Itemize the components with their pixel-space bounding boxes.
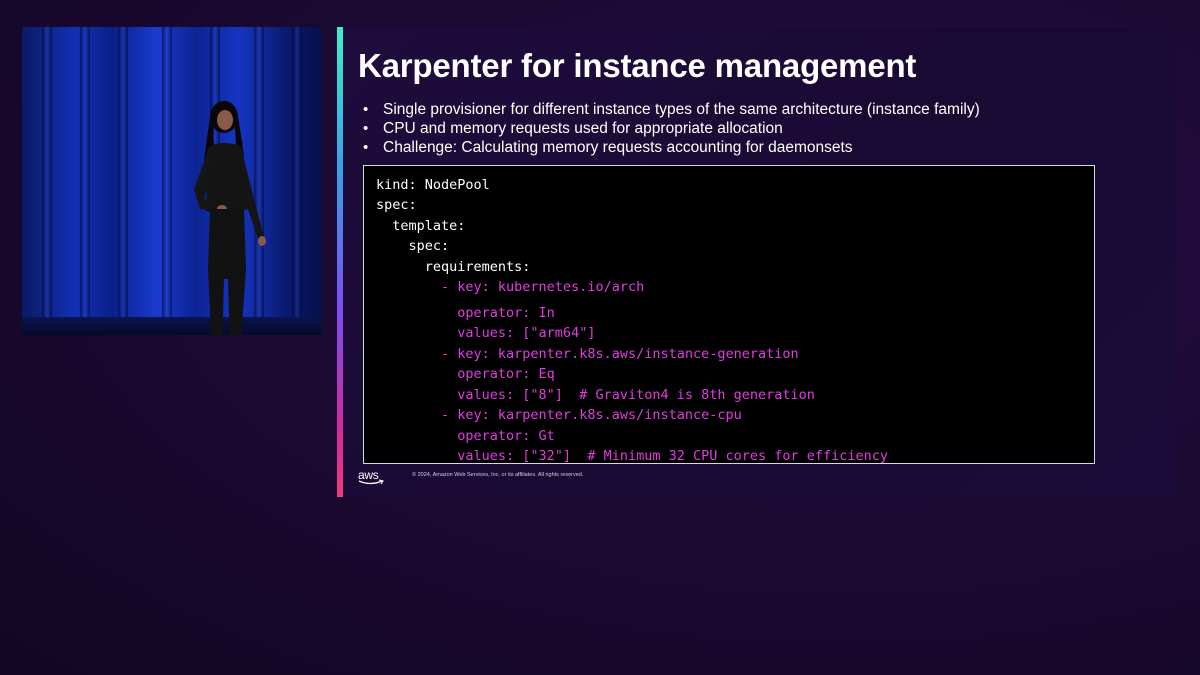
code-block: kind: NodePool spec: template: spec: req… [363,165,1095,464]
presentation-slide: Karpenter for instance management • Sing… [337,27,1175,497]
bullet-glyph: • [363,120,369,137]
bullet-item: • CPU and memory requests used for appro… [363,119,980,138]
code-line: kind: NodePool [376,177,490,193]
bullet-text: Challenge: Calculating memory requests a… [383,139,853,156]
aws-logo-icon: aws [358,468,386,487]
slide-accent-bar [337,27,343,497]
code-line: operator: In [376,305,555,321]
slide-title: Karpenter for instance management [358,47,917,84]
code-line: spec: [376,197,417,213]
code-line: spec: [376,238,450,254]
bullet-text: CPU and memory requests used for appropr… [383,120,783,137]
presenter-figure [194,101,266,335]
code-line: operator: Eq [376,366,555,382]
code-line: - key: karpenter.k8s.aws/instance-genera… [376,346,799,362]
bullet-item: • Challenge: Calculating memory requests… [363,138,980,157]
code-line: - key: karpenter.k8s.aws/instance-cpu [376,407,742,423]
code-line: requirements: [376,259,531,275]
code-line: values: ["32"] # Minimum 32 CPU cores fo… [376,448,889,464]
code-line: template: [376,218,466,234]
code-line: values: ["8"] # Graviton4 is 8th generat… [376,387,815,403]
bullet-list: • Single provisioner for different insta… [363,100,980,157]
bullet-text: Single provisioner for different instanc… [383,101,980,118]
bullet-glyph: • [363,139,369,156]
bullet-item: • Single provisioner for different insta… [363,100,980,119]
speaker-video [22,27,322,335]
bullet-glyph: • [363,101,369,118]
code-line: operator: Gt [376,428,555,444]
copyright-text: © 2024, Amazon Web Services, Inc. or its… [412,472,584,478]
code-line: values: ["arm64"] [376,325,596,341]
code-line: - key: kubernetes.io/arch [376,279,645,295]
